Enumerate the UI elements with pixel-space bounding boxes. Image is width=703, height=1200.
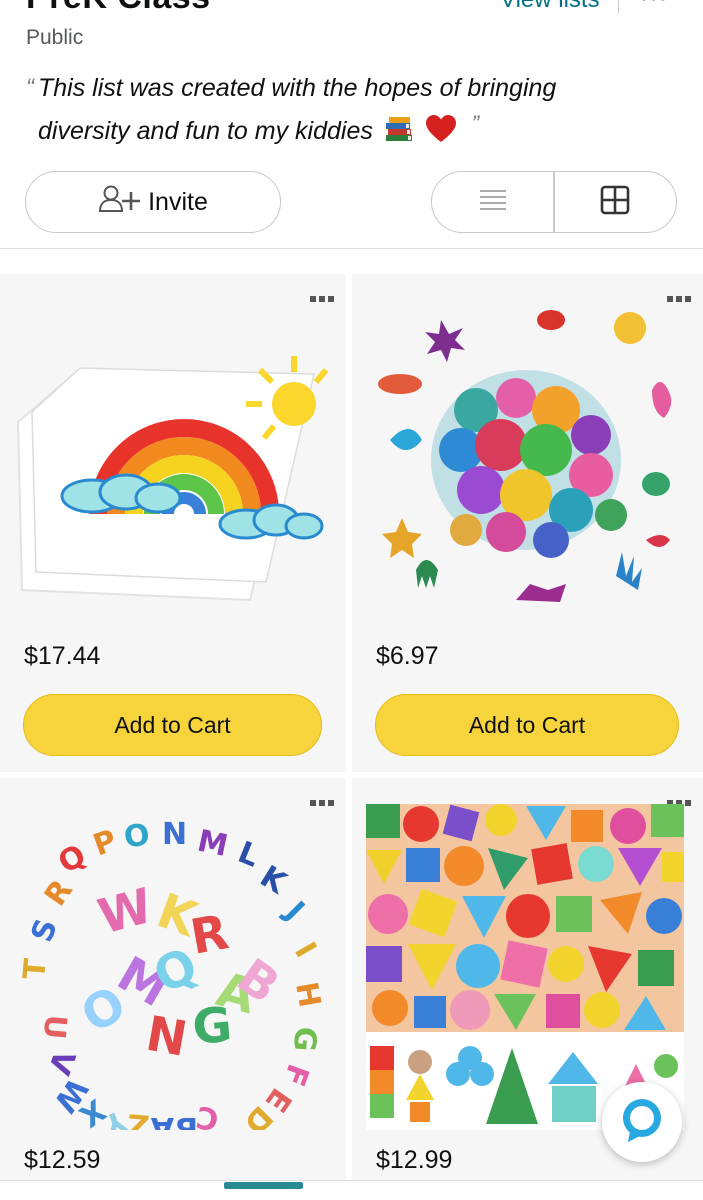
list-title: PreK Class	[26, 0, 211, 17]
svg-text:N: N	[142, 1006, 191, 1068]
rainbow-craft-paper-image[interactable]	[14, 300, 332, 626]
product-price: $12.99	[376, 1146, 453, 1174]
svg-text:K: K	[254, 859, 294, 902]
svg-text:H: H	[288, 979, 327, 1010]
svg-text:N: N	[162, 817, 187, 852]
product-price: $17.44	[24, 642, 101, 670]
svg-text:Z: Z	[126, 1106, 151, 1130]
product-card[interactable]: $17.44 Add to Cart	[0, 274, 346, 772]
svg-text:R: R	[38, 874, 80, 913]
product-card[interactable]: Q P O N M L K J I H G F E D C B A Z Y X	[0, 778, 346, 1180]
svg-text:U: U	[36, 1013, 73, 1040]
visibility-label: Public	[26, 26, 84, 49]
foam-alphabet-letters-image[interactable]: Q P O N M L K J I H G F E D C B A Z Y X	[14, 804, 332, 1145]
svg-text:W: W	[93, 878, 159, 946]
view-mode-toggle	[431, 171, 677, 233]
add-to-cart-button[interactable]: Add to Cart	[375, 694, 679, 756]
heart-icon	[425, 115, 457, 153]
list-view-icon	[479, 188, 507, 217]
list-description: “ This list was created with the hopes o…	[26, 70, 646, 153]
invite-label: Invite	[148, 187, 208, 216]
list-header: PreK Class View lists ••• Public “ This …	[0, 0, 703, 248]
list-view-button[interactable]	[432, 172, 553, 232]
svg-text:A: A	[150, 1110, 174, 1130]
list-more-button[interactable]: •••	[640, 0, 668, 12]
books-icon	[384, 115, 414, 153]
close-quote: ”	[471, 111, 480, 136]
alexa-icon	[618, 1096, 666, 1149]
product-price: $6.97	[376, 642, 439, 670]
svg-text:V: V	[40, 1045, 81, 1080]
svg-text:F: F	[275, 1059, 315, 1090]
grid-view-icon	[600, 185, 630, 220]
svg-text:Q: Q	[53, 838, 93, 881]
open-quote: “	[26, 74, 34, 101]
svg-text:I: I	[287, 937, 323, 964]
svg-text:L: L	[233, 835, 264, 875]
svg-text:R: R	[186, 904, 232, 966]
grid-view-button[interactable]	[555, 172, 676, 232]
svg-text:G: G	[190, 997, 234, 1056]
svg-text:B: B	[175, 1110, 198, 1130]
foam-geometric-shapes-image[interactable]	[366, 804, 684, 1130]
product-price: $12.59	[24, 1146, 101, 1174]
alexa-button[interactable]	[602, 1082, 682, 1162]
invite-button[interactable]: Invite	[25, 171, 281, 233]
svg-text:G: G	[286, 1025, 323, 1053]
add-person-icon	[98, 184, 142, 221]
svg-text:T: T	[17, 957, 54, 981]
svg-text:O: O	[121, 817, 152, 856]
header-divider	[618, 0, 619, 14]
svg-text:S: S	[25, 914, 65, 946]
add-to-cart-button[interactable]: Add to Cart	[23, 694, 322, 756]
svg-text:P: P	[89, 823, 122, 863]
svg-text:J: J	[277, 893, 311, 927]
bottom-divider	[0, 1180, 703, 1181]
product-card[interactable]: $6.97 Add to Cart	[352, 274, 703, 772]
view-lists-link[interactable]: View lists	[500, 0, 600, 14]
svg-text:M: M	[194, 824, 230, 864]
glitter-sea-animal-stickers-image[interactable]	[366, 300, 684, 626]
home-indicator	[224, 1182, 303, 1189]
